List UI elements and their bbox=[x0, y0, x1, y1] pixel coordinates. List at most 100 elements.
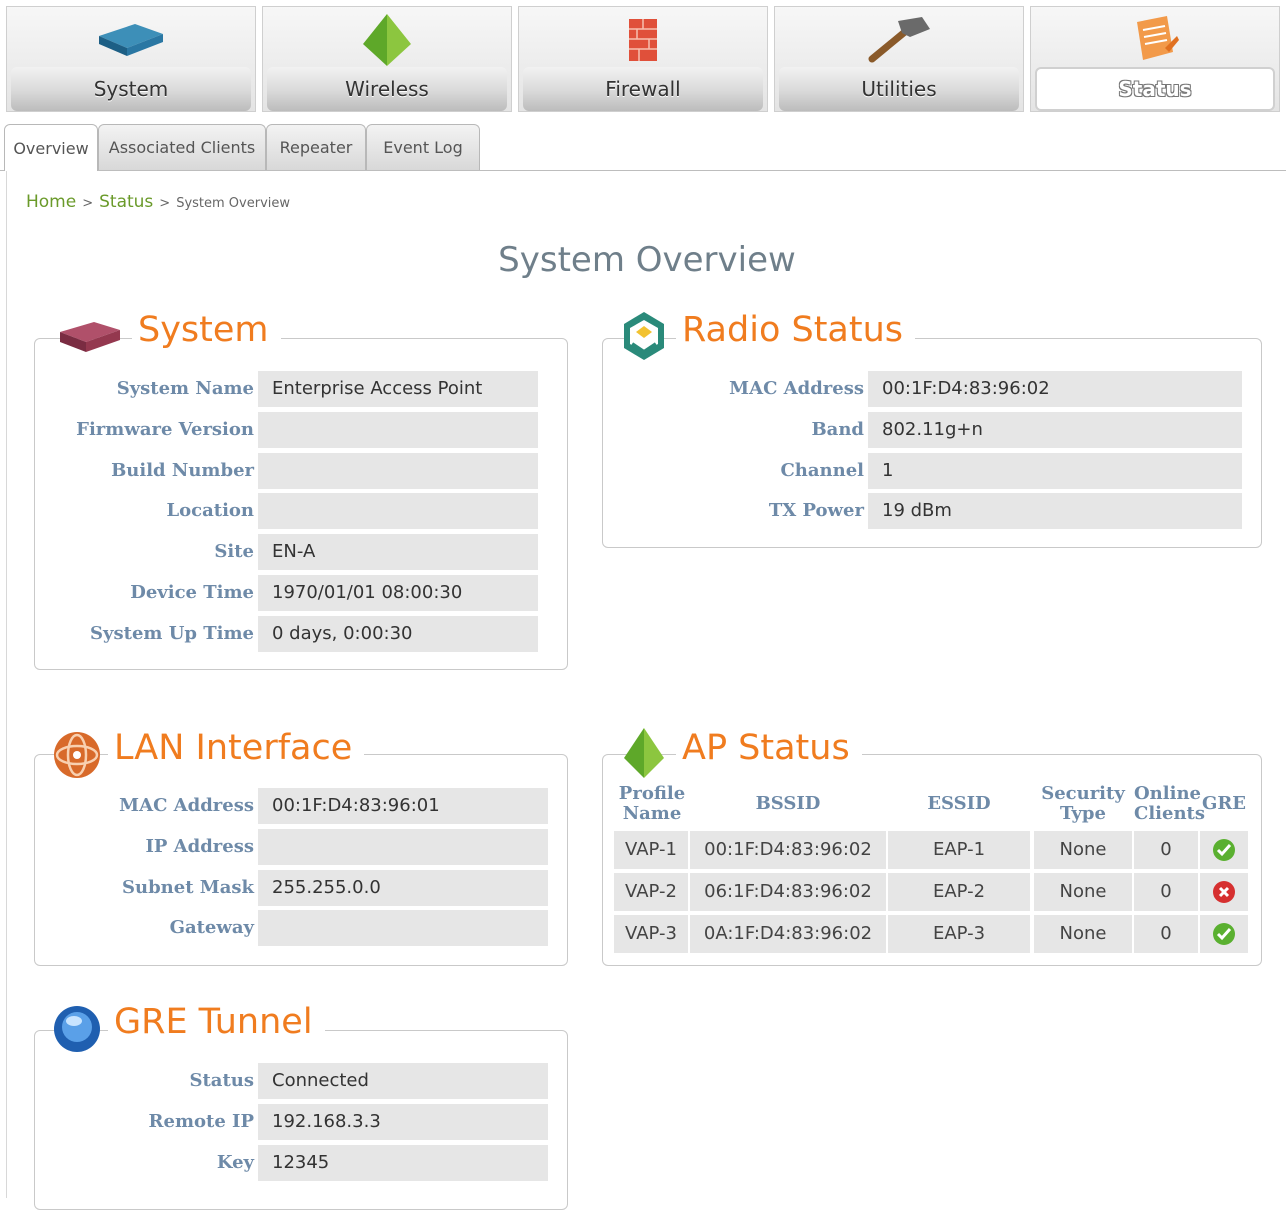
breadcrumb-home-link[interactable]: Home bbox=[26, 192, 76, 212]
field-value bbox=[258, 828, 548, 865]
nav-firewall-button[interactable]: Firewall bbox=[518, 6, 768, 112]
ap-cell-essid: EAP-2 bbox=[888, 873, 1030, 911]
field-value: 255.255.0.0 bbox=[258, 869, 548, 906]
info-row: Key 12345 bbox=[40, 1144, 548, 1181]
ap-cell-online: 0 bbox=[1134, 915, 1198, 953]
field-label: TX Power bbox=[768, 500, 864, 522]
field-label: Firmware Version bbox=[76, 418, 254, 440]
top-navigation: System Wireless Firewall Utilities Statu… bbox=[0, 0, 1286, 118]
gre-tunnel-panel-title: GRE Tunnel bbox=[108, 1002, 325, 1042]
field-label: Gateway bbox=[169, 917, 254, 939]
router-icon bbox=[7, 13, 255, 67]
ap-cell-security: None bbox=[1034, 873, 1132, 911]
radio-icon bbox=[620, 310, 668, 366]
info-row: MAC Address 00:1F:D4:83:96:01 bbox=[40, 788, 548, 824]
ap-status-panel-title: AP Status bbox=[676, 728, 862, 768]
info-row: Build Number bbox=[40, 452, 538, 489]
field-label: Location bbox=[166, 500, 254, 522]
column-header-security-type: Security Type bbox=[1041, 783, 1125, 824]
ap-cell-bssid: 0A:1F:D4:83:96:02 bbox=[690, 915, 886, 953]
nav-wireless-label: Wireless bbox=[267, 67, 507, 111]
field-label: Key bbox=[216, 1151, 254, 1173]
column-header-profile-name: Profile Name bbox=[618, 783, 686, 824]
column-header-online-clients: Online Clients bbox=[1134, 783, 1205, 824]
field-value: 802.11g+n bbox=[868, 411, 1242, 448]
info-row: Channel 1 bbox=[610, 452, 1242, 489]
field-value: EN-A bbox=[258, 534, 538, 571]
tab-event-log[interactable]: Event Log bbox=[366, 124, 480, 170]
info-row: System Name Enterprise Access Point bbox=[40, 371, 538, 407]
nav-utilities-button[interactable]: Utilities bbox=[774, 6, 1024, 112]
ap-cell-security: None bbox=[1034, 915, 1132, 953]
breadcrumb-separator: > bbox=[82, 196, 94, 211]
field-label: Device Time bbox=[130, 582, 254, 603]
lan-globe-icon bbox=[52, 730, 102, 784]
field-label: Status bbox=[189, 1070, 254, 1091]
nav-firewall-label: Firewall bbox=[523, 67, 763, 111]
field-label: Subnet Mask bbox=[122, 876, 254, 898]
ap-pyramid-icon bbox=[620, 726, 668, 784]
field-label: MAC Address bbox=[729, 378, 864, 399]
tunnel-icon bbox=[52, 1004, 102, 1058]
field-value: 192.168.3.3 bbox=[258, 1103, 548, 1140]
field-value: 00:1F:D4:83:96:01 bbox=[258, 788, 548, 824]
tab-associated-clients[interactable]: Associated Clients bbox=[98, 124, 266, 170]
info-row: MAC Address 00:1F:D4:83:96:02 bbox=[610, 371, 1242, 407]
field-value: 1970/01/01 08:00:30 bbox=[258, 575, 538, 611]
ap-cell-security: None bbox=[1034, 831, 1132, 869]
content-border bbox=[6, 170, 7, 1198]
breadcrumb-separator: > bbox=[159, 196, 171, 211]
check-icon bbox=[1213, 923, 1235, 945]
info-row: IP Address bbox=[40, 828, 548, 865]
nav-status-button[interactable]: Status bbox=[1030, 6, 1280, 112]
nav-system-label: System bbox=[11, 67, 251, 111]
nav-status-label: Status bbox=[1035, 67, 1275, 111]
column-header-bssid: BSSID bbox=[755, 793, 821, 814]
nav-utilities-label: Utilities bbox=[779, 67, 1019, 111]
system-panel-title: System bbox=[132, 310, 281, 350]
nav-system-button[interactable]: System bbox=[6, 6, 256, 112]
field-label: System Name bbox=[116, 378, 254, 399]
field-label: Build Number bbox=[111, 459, 254, 481]
field-label: IP Address bbox=[145, 835, 254, 857]
tab-divider bbox=[0, 170, 1286, 171]
field-label: System Up Time bbox=[90, 622, 254, 644]
column-header-gre: GRE bbox=[1201, 793, 1247, 814]
ap-cell-essid: EAP-1 bbox=[888, 831, 1030, 869]
field-label: Remote IP bbox=[148, 1110, 254, 1132]
tab-overview[interactable]: Overview bbox=[4, 124, 98, 171]
ap-cell-profile: VAP-2 bbox=[614, 873, 688, 911]
field-value bbox=[258, 910, 548, 947]
field-value: 1 bbox=[868, 452, 1242, 489]
info-row: Gateway bbox=[40, 910, 548, 947]
breadcrumb: Home > Status > System Overview bbox=[26, 192, 290, 212]
field-value bbox=[258, 452, 538, 489]
breadcrumb-current: System Overview bbox=[176, 196, 291, 211]
breadcrumb-status-link[interactable]: Status bbox=[99, 192, 153, 212]
ap-cell-bssid: 06:1F:D4:83:96:02 bbox=[690, 873, 886, 911]
info-row: Remote IP 192.168.3.3 bbox=[40, 1103, 548, 1140]
error-icon bbox=[1213, 881, 1235, 903]
ap-cell-profile: VAP-3 bbox=[614, 915, 688, 953]
pyramid-icon bbox=[263, 13, 511, 67]
field-value: 00:1F:D4:83:96:02 bbox=[868, 371, 1242, 407]
info-row: Firmware Version bbox=[40, 411, 538, 448]
field-value bbox=[258, 493, 538, 530]
ap-cell-essid: EAP-3 bbox=[888, 915, 1030, 953]
page-title: System Overview bbox=[498, 240, 796, 280]
field-label: Channel bbox=[780, 459, 864, 481]
info-row: Subnet Mask 255.255.0.0 bbox=[40, 869, 548, 906]
field-value: Connected bbox=[258, 1063, 548, 1099]
notepad-icon bbox=[1031, 13, 1279, 67]
device-icon bbox=[56, 314, 124, 362]
field-value: 19 dBm bbox=[868, 493, 1242, 530]
ap-cell-online: 0 bbox=[1134, 873, 1198, 911]
firewall-icon bbox=[519, 13, 767, 67]
nav-wireless-button[interactable]: Wireless bbox=[262, 6, 512, 112]
info-row: Device Time 1970/01/01 08:00:30 bbox=[40, 575, 538, 611]
column-header-essid: ESSID bbox=[927, 793, 991, 814]
tab-repeater[interactable]: Repeater bbox=[266, 124, 366, 170]
info-row: TX Power 19 dBm bbox=[610, 493, 1242, 530]
field-value: 12345 bbox=[258, 1144, 548, 1181]
check-icon bbox=[1213, 839, 1235, 861]
